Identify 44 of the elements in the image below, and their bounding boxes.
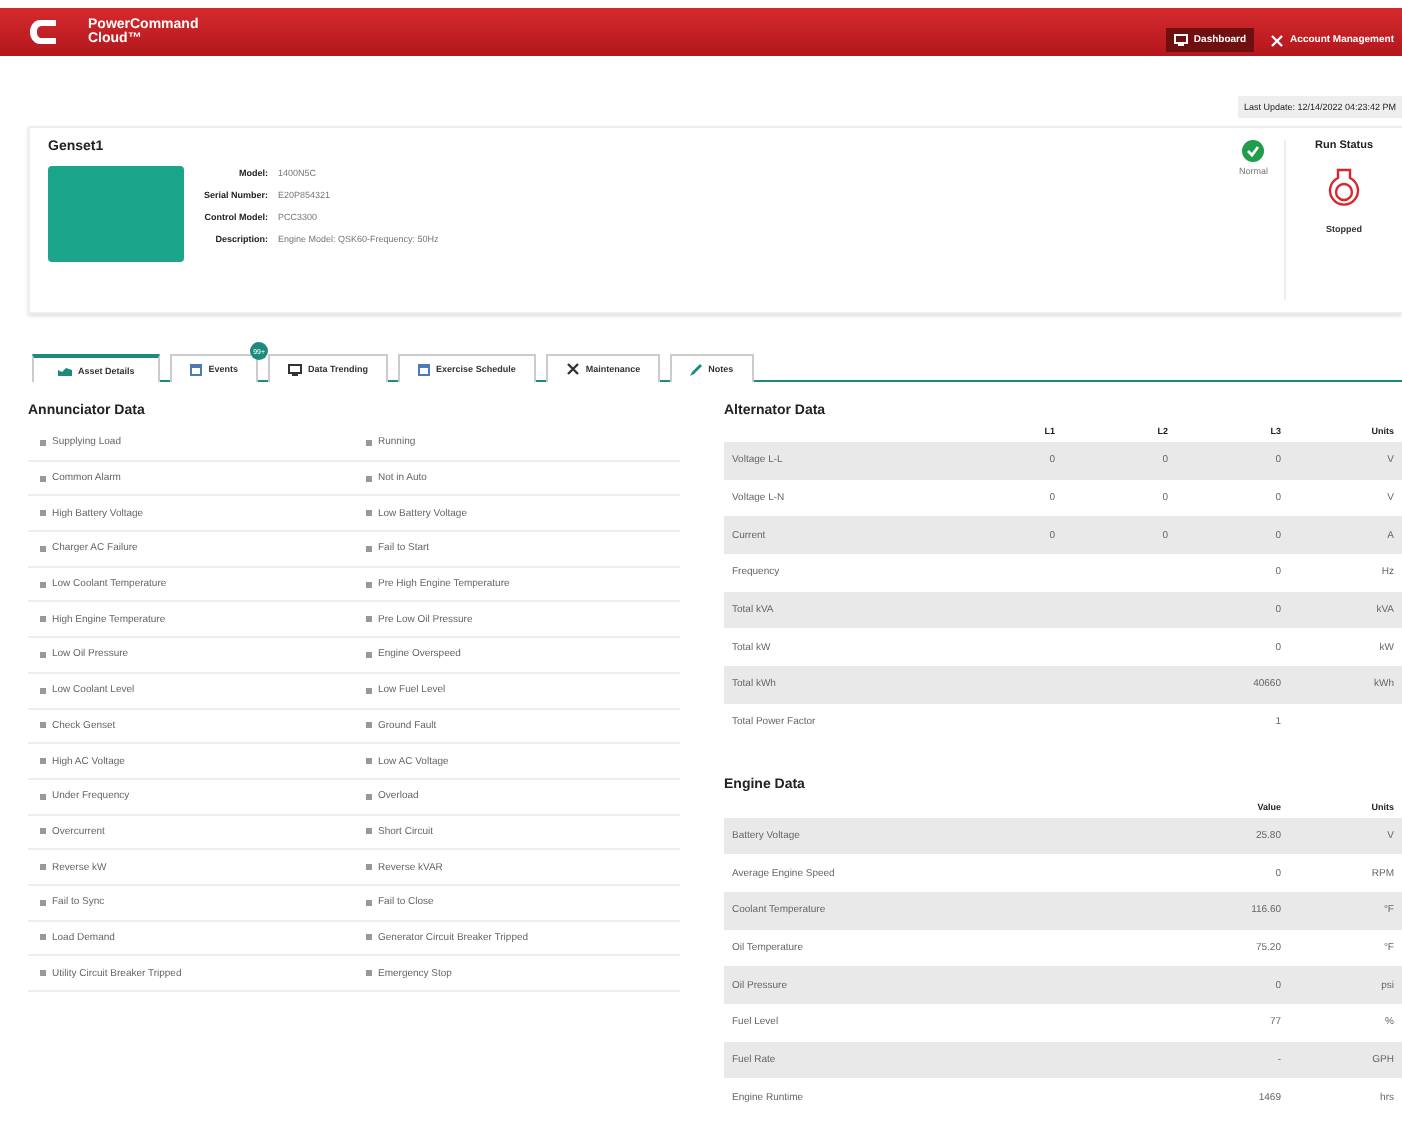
indicator-icon (366, 545, 372, 552)
indicator-icon (40, 758, 46, 765)
tools-icon (1270, 33, 1285, 47)
indicator-icon (366, 439, 372, 446)
calendar-icon (190, 363, 203, 375)
stopped-icon (1328, 168, 1360, 208)
tools-icon (565, 362, 580, 376)
indicator-icon (40, 475, 46, 482)
indicator-icon (366, 793, 372, 800)
indicator-icon (40, 722, 46, 729)
indicator-icon (40, 934, 46, 941)
indicator-icon (366, 899, 372, 906)
chart-icon (58, 365, 72, 375)
indicator-icon (366, 722, 372, 729)
indicator-icon (40, 510, 46, 517)
indicator-icon (366, 687, 372, 694)
indicator-icon (40, 545, 46, 552)
indicator-icon (366, 864, 372, 871)
indicator-icon (366, 651, 372, 658)
photo-placeholder (48, 166, 184, 262)
calendar-icon (418, 363, 431, 375)
indicator-icon (366, 934, 372, 941)
logo-icon (28, 16, 60, 48)
indicator-icon (40, 651, 46, 658)
indicator-icon (366, 828, 372, 835)
indicator-icon (40, 616, 46, 623)
indicator-icon (40, 899, 46, 906)
indicator-icon (40, 793, 46, 800)
monitor-icon (288, 363, 303, 375)
indicator-icon (40, 970, 46, 977)
pencil-icon (690, 363, 703, 375)
monitor-icon (1173, 34, 1188, 46)
indicator-icon (366, 616, 372, 623)
indicator-icon (366, 475, 372, 482)
indicator-icon (40, 581, 46, 588)
indicator-icon (366, 970, 372, 977)
indicator-icon (40, 828, 46, 835)
check-icon (1242, 140, 1265, 162)
indicator-icon (366, 581, 372, 588)
indicator-icon (366, 510, 372, 517)
indicator-icon (40, 687, 46, 694)
indicator-icon (40, 439, 46, 446)
indicator-icon (366, 758, 372, 765)
indicator-icon (40, 864, 46, 871)
